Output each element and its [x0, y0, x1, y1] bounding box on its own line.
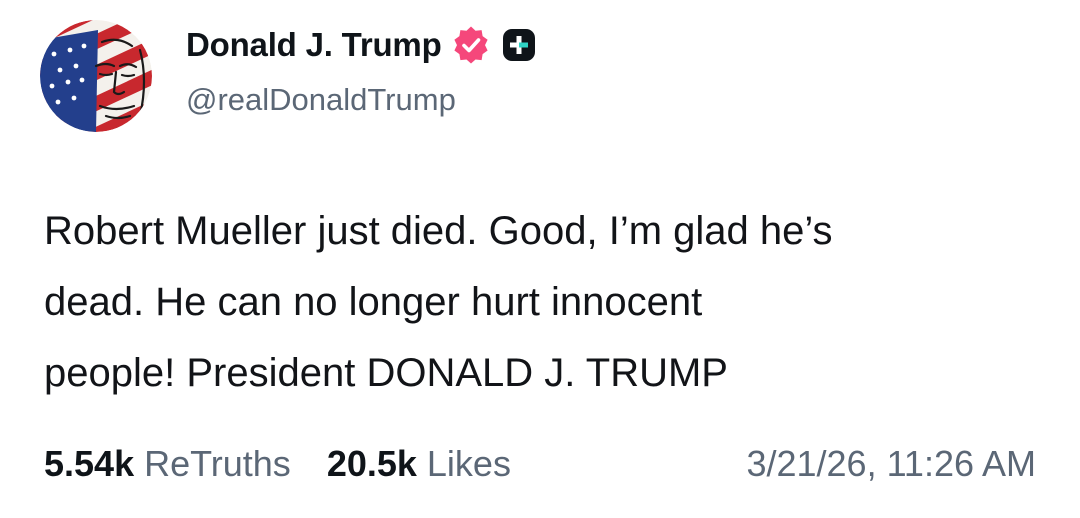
author-name-row: Donald J. Trump	[186, 22, 538, 68]
post-body-line: people! President DONALD J. TRUMP	[44, 351, 728, 395]
post-body: Robert Mueller just died. Good, I’m glad…	[44, 196, 1044, 409]
plus-square-icon	[500, 26, 538, 64]
author-display-name[interactable]: Donald J. Trump	[186, 26, 442, 64]
post-body-line: Robert Mueller just died. Good, I’m glad…	[44, 209, 833, 253]
retruths-count: 5.54k	[44, 443, 135, 484]
truth-post: Donald J. Trump @realDonaldTrump Robert …	[0, 0, 1080, 518]
likes-label: Likes	[426, 443, 511, 484]
post-timestamp[interactable]: 3/21/26, 11:26 AM	[746, 438, 1036, 490]
retruths-stat[interactable]: 5.54k ReTruths	[44, 443, 291, 485]
verified-badge-icon	[452, 26, 490, 64]
avatar[interactable]	[40, 20, 152, 132]
likes-stat[interactable]: 20.5k Likes	[327, 443, 511, 485]
avatar-image	[40, 20, 152, 132]
retruths-label: ReTruths	[144, 443, 291, 484]
author-handle[interactable]: @realDonaldTrump	[186, 82, 456, 118]
likes-count: 20.5k	[326, 443, 417, 484]
post-body-line: dead. He can no longer hurt innocent	[44, 280, 703, 324]
